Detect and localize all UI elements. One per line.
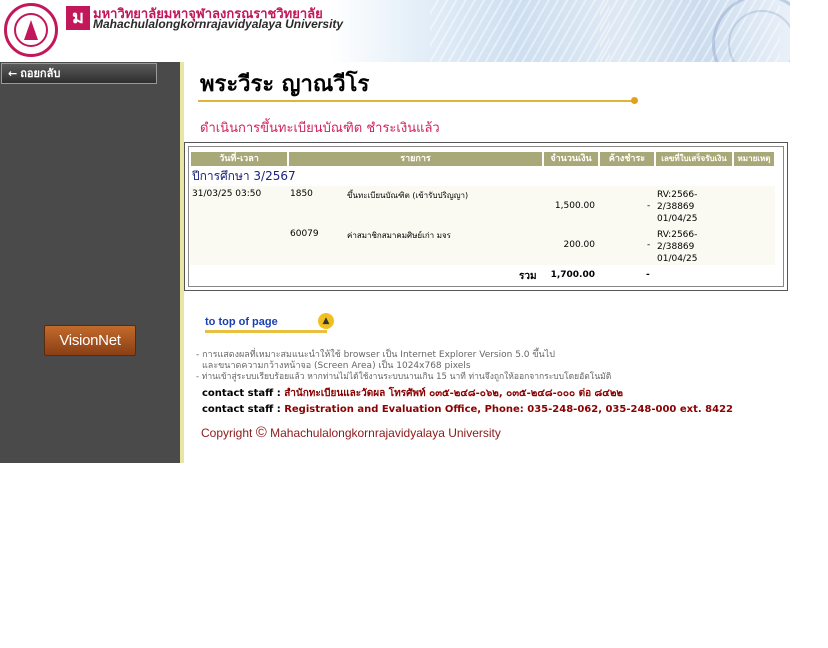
- visionnet-logo[interactable]: VisionNet: [44, 325, 136, 356]
- row-receipt-line1: RV:2566-: [657, 230, 698, 240]
- row-code: 1850: [290, 189, 313, 199]
- total-label: รวม: [519, 271, 537, 282]
- row-receipt-line2: 2/38869: [657, 242, 695, 252]
- header-datetime: วันที่-เวลา: [191, 152, 287, 166]
- university-name-english: Mahachulalongkornrajavidyalaya Universit…: [93, 17, 344, 31]
- row-amount: 1,500.00: [554, 201, 595, 211]
- total-due: -: [646, 270, 650, 280]
- sidebar: [0, 62, 180, 463]
- row-description: ขึ้นทะเบียนบัณฑิต (เข้ารับปริญญา): [347, 191, 469, 200]
- contact-thai: contact staff : สำนักทะเบียนและวัดผล โทร…: [202, 386, 623, 401]
- copyright-owner: Mahachulalongkornrajavidyalaya Universit…: [270, 426, 501, 440]
- contact-english: contact staff : Registration and Evaluat…: [202, 404, 733, 415]
- back-button[interactable]: ← ถอยกลับ: [1, 63, 157, 84]
- copyright-word: Copyright: [201, 426, 253, 440]
- header-amount: จำนวนเงิน: [544, 152, 598, 166]
- row-description: ค่าสมาชิกสมาคมศิษย์เก่า มจร: [347, 231, 451, 240]
- university-logo-icon: ม: [66, 6, 90, 30]
- student-name: พระวีระ ญาณวีโร: [200, 72, 370, 97]
- session-note: - ท่านเข้าสู่ระบบเรียบร้อยแล้ว หากท่านไม…: [196, 372, 612, 382]
- row-due: -: [647, 240, 651, 250]
- arrow-up-icon[interactable]: ▲: [318, 313, 334, 329]
- status-subtitle: ดำเนินการขึ้นทะเบียนบัณฑิต ชำระเงินแล้ว: [200, 121, 440, 136]
- back-button-label: ถอยกลับ: [20, 67, 61, 80]
- row-receipt-line3: 01/04/25: [657, 254, 698, 264]
- to-top-underline: [205, 330, 327, 333]
- row-receipt-line3: 01/04/25: [657, 214, 698, 224]
- contact-label: contact staff :: [202, 404, 281, 415]
- row-amount: 200.00: [563, 240, 596, 250]
- header-banner: ม มหาวิทยาลัยมหาจุฬาลงกรณราชวิทยาลัย Mah…: [0, 0, 790, 62]
- header-remark: หมายเหตุ: [734, 152, 774, 166]
- row-due: -: [647, 201, 651, 211]
- header-due: ค้างชำระ: [600, 152, 654, 166]
- row-datetime: 31/03/25 03:50: [192, 189, 262, 199]
- copyright: Copyright © Mahachulalongkornrajavidyala…: [201, 424, 501, 441]
- university-seal-icon: [4, 3, 58, 57]
- contact-value: Registration and Evaluation Office, Phon…: [284, 404, 734, 415]
- to-top-link[interactable]: to top of page: [205, 312, 278, 330]
- title-underline: [198, 100, 634, 102]
- contact-label: contact staff :: [202, 388, 281, 399]
- row-receipt-line1: RV:2566-: [657, 190, 698, 200]
- total-amount: 1,700.00: [550, 270, 595, 280]
- header-receipt: เลขที่ใบเสร็จรับเงิน: [656, 152, 732, 166]
- header-description: รายการ: [289, 152, 542, 166]
- banner-pattern: [430, 0, 610, 62]
- arrow-left-icon: ←: [8, 67, 18, 80]
- to-top-label: to top of page: [205, 316, 278, 328]
- row-code: 60079: [290, 229, 319, 239]
- contact-value: สำนักทะเบียนและวัดผล โทรศัพท์ ๐๓๕-๒๔๘-๐๖…: [284, 388, 624, 399]
- copyright-icon: ©: [255, 424, 267, 441]
- row-receipt-line2: 2/38869: [657, 202, 695, 212]
- academic-year: ปีการศึกษา 3/2567: [192, 169, 296, 183]
- title-underline-dot: [631, 97, 638, 104]
